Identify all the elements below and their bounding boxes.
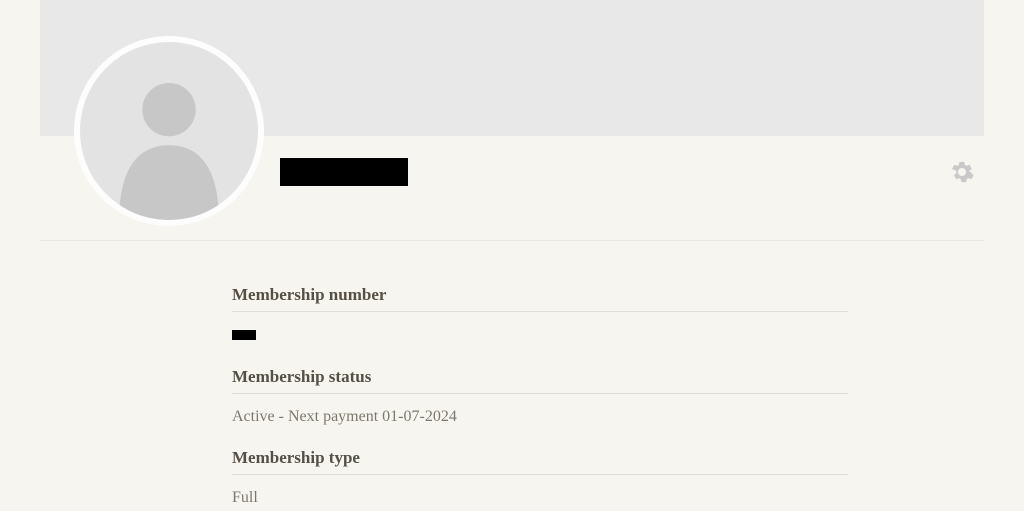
settings-button[interactable] [950,160,974,184]
membership-status-label: Membership status [232,367,848,394]
avatar[interactable] [74,36,264,226]
profile-card: Membership number Membership status Acti… [40,0,984,507]
membership-type-label: Membership type [232,448,848,475]
membership-number-label: Membership number [232,285,848,312]
membership-status-value: Active - Next payment 01-07-2024 [232,394,848,426]
gear-icon [950,160,974,184]
avatar-image [80,42,258,220]
membership-details: Membership number Membership status Acti… [40,241,848,507]
profile-name [280,158,408,186]
person-silhouette-icon [80,42,258,220]
membership-type-value: Full [232,475,848,507]
membership-number-value [232,312,848,345]
